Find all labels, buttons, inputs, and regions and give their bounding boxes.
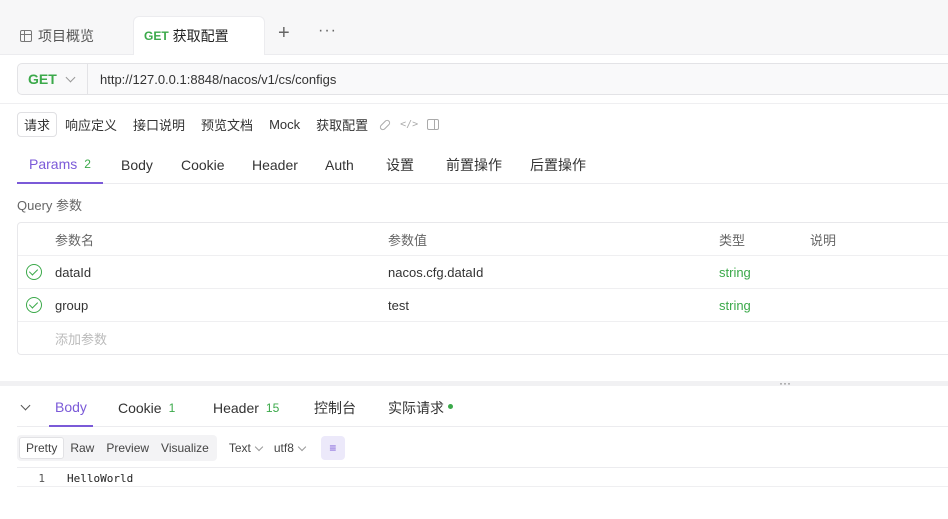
tab-pre-operations[interactable]: 前置操作: [446, 146, 502, 183]
response-body-editor[interactable]: 1 HelloWorld: [17, 467, 948, 519]
table-row: dataId nacos.cfg.dataId string: [18, 256, 948, 289]
check-circle-icon[interactable]: [26, 297, 42, 313]
tab-header[interactable]: Header: [252, 146, 298, 183]
resp-tab-body[interactable]: Body: [49, 389, 93, 427]
view-mode-group: Pretty Raw Preview Visualize: [17, 435, 217, 461]
api-name[interactable]: 获取配置: [316, 112, 368, 137]
format-toolbar: Pretty Raw Preview Visualize Text utf8 ≡: [17, 435, 345, 461]
col-header-value: 参数值: [388, 232, 428, 248]
tab-auth[interactable]: Auth: [325, 146, 354, 183]
method-value: GET: [28, 71, 57, 87]
table-row: group test string: [18, 289, 948, 322]
param-name[interactable]: group: [55, 298, 88, 313]
view-raw[interactable]: Raw: [64, 437, 100, 459]
chevron-down-icon: [65, 72, 76, 82]
param-type[interactable]: string: [719, 265, 751, 280]
content-type-value: Text: [228, 441, 251, 455]
subtab-preview-doc[interactable]: 预览文档: [201, 112, 253, 137]
chevron-down-icon: [254, 442, 264, 451]
tab-params[interactable]: Params 2: [17, 146, 103, 184]
layout-icon: [20, 29, 32, 42]
subtab-api-description[interactable]: 接口说明: [133, 112, 185, 137]
table-header-row: 参数名 参数值 类型 说明: [18, 223, 948, 256]
chevron-down-icon[interactable]: [20, 400, 31, 411]
method-select[interactable]: GET: [18, 64, 88, 94]
query-params-table: 参数名 参数值 类型 说明 dataId nacos.cfg.dataId st…: [17, 222, 948, 355]
check-circle-icon[interactable]: [26, 264, 42, 280]
resp-tab-cookie[interactable]: Cookie 1: [118, 389, 175, 426]
tab-cookie[interactable]: Cookie: [181, 146, 225, 183]
link-icon[interactable]: [378, 118, 392, 132]
content-type-select[interactable]: Text: [228, 441, 264, 455]
request-subtabs: 请求 响应定义 接口说明 预览文档 Mock 获取配置 </>: [17, 112, 450, 137]
param-value[interactable]: nacos.cfg.dataId: [388, 265, 483, 280]
encoding-value: utf8: [273, 441, 294, 455]
view-preview[interactable]: Preview: [100, 437, 155, 459]
url-bar: GET http://127.0.0.1:8848/nacos/v1/cs/co…: [17, 63, 948, 95]
resp-tab-header[interactable]: Header 15: [213, 389, 279, 426]
tab-bar: 项目概览 GET 获取配置 + ···: [0, 0, 948, 55]
subtab-response-definition[interactable]: 响应定义: [65, 112, 117, 137]
query-params-label: Query 参数: [17, 198, 83, 213]
tab-params-label: Params: [29, 156, 78, 172]
subtab-request[interactable]: 请求: [17, 112, 58, 137]
tab-settings[interactable]: 设置: [386, 146, 414, 183]
drag-handle-icon[interactable]: ···: [779, 376, 791, 390]
col-header-type: 类型: [719, 232, 746, 248]
view-visualize[interactable]: Visualize: [155, 437, 215, 459]
resp-tab-actual-request-label: 实际请求: [388, 399, 444, 416]
resp-tab-actual-request[interactable]: 实际请求: [388, 389, 453, 426]
code-icon[interactable]: </>: [400, 118, 418, 132]
tab-body[interactable]: Body: [121, 146, 153, 183]
tab-label: 获取配置: [172, 28, 229, 44]
resp-tab-console[interactable]: 控制台: [314, 389, 356, 426]
col-header-name: 参数名: [55, 232, 95, 248]
panel-icon[interactable]: [426, 118, 440, 132]
wrap-lines-button[interactable]: ≡: [320, 436, 345, 460]
tab-project-overview[interactable]: 项目概览: [20, 16, 94, 55]
table-row-add: 添加参数: [18, 322, 948, 355]
params-count-badge: 2: [84, 157, 91, 171]
encoding-select[interactable]: utf8: [273, 441, 307, 455]
more-icon[interactable]: ···: [318, 22, 337, 40]
param-tabs: Params 2 Body Cookie Header Auth 设置 前置操作…: [17, 146, 948, 184]
panel-splitter[interactable]: [0, 381, 948, 386]
divider: [0, 103, 948, 104]
header-count-badge: 15: [265, 400, 280, 415]
status-dot-icon: [448, 404, 453, 409]
plus-icon[interactable]: +: [278, 22, 290, 45]
param-type[interactable]: string: [719, 298, 751, 313]
param-value[interactable]: test: [388, 298, 409, 313]
view-pretty[interactable]: Pretty: [19, 437, 65, 459]
cookie-count-badge: 1: [168, 400, 176, 415]
tab-label: 项目概览: [38, 27, 94, 44]
line-number: 1: [38, 471, 45, 485]
url-input[interactable]: http://127.0.0.1:8848/nacos/v1/cs/config…: [88, 72, 336, 87]
col-header-desc: 说明: [810, 232, 837, 248]
resp-tab-cookie-label: Cookie: [118, 399, 162, 416]
code-text: HelloWorld: [67, 471, 134, 485]
tab-method: GET: [144, 29, 169, 43]
resp-tab-header-label: Header: [213, 399, 259, 416]
param-name[interactable]: dataId: [55, 265, 91, 280]
add-param-input[interactable]: 添加参数: [55, 329, 107, 348]
chevron-down-icon: [297, 442, 307, 451]
wrap-icon: ≡: [329, 441, 337, 455]
tab-post-operations[interactable]: 后置操作: [530, 146, 586, 183]
tab-get-config[interactable]: GET 获取配置: [133, 16, 265, 55]
code-line: 1 HelloWorld: [17, 470, 948, 487]
response-tabs: Body Cookie 1 Header 15 控制台 实际请求: [17, 389, 948, 427]
subtab-mock[interactable]: Mock: [269, 112, 300, 137]
